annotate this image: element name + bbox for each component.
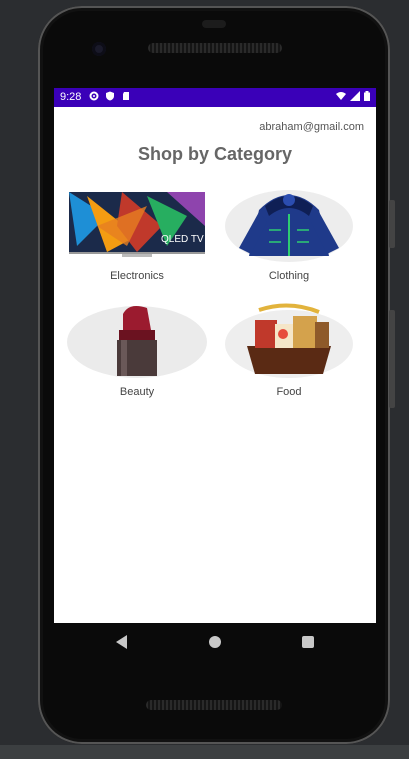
app-screen: 9:28 abraham@gmail.com Shop by Category [54, 88, 376, 623]
winter-jacket-image [219, 186, 359, 262]
status-time: 9:28 [60, 91, 82, 103]
sd-card-icon [123, 92, 129, 100]
gift-basket-image [219, 302, 359, 378]
category-label: Electronics [110, 270, 164, 282]
battery-icon [364, 91, 370, 101]
lipstick-image [67, 302, 207, 378]
user-email: abraham@gmail.com [259, 121, 364, 133]
top-speaker-grille [148, 43, 282, 53]
category-beauty[interactable]: Beauty [67, 302, 207, 398]
status-bar: 9:28 [54, 88, 376, 107]
bottom-speaker-grille [146, 700, 282, 710]
category-label: Food [276, 386, 302, 398]
category-clothing[interactable]: Clothing [219, 186, 359, 282]
earpiece [202, 20, 226, 28]
category-food[interactable]: Food [219, 302, 359, 398]
volume-button [389, 200, 395, 248]
front-camera [92, 42, 106, 56]
tv-overlay-text: QLED TV [161, 234, 204, 245]
page-title: Shop by Category [137, 144, 293, 164]
recents-icon[interactable] [302, 636, 314, 648]
ide-bottom-strip [0, 745, 409, 759]
back-icon[interactable] [116, 635, 127, 649]
category-label: Beauty [119, 386, 155, 398]
category-electronics[interactable]: QLED TV Electronics [67, 186, 207, 282]
signal-icon [350, 91, 360, 101]
wifi-icon [336, 92, 346, 100]
system-nav-bar [54, 623, 376, 663]
shield-icon [106, 91, 114, 101]
category-label: Clothing [268, 270, 310, 282]
home-icon[interactable] [209, 636, 221, 648]
power-button [389, 310, 395, 408]
gear-icon [89, 91, 99, 101]
qled-tv-image: QLED TV [67, 186, 207, 262]
